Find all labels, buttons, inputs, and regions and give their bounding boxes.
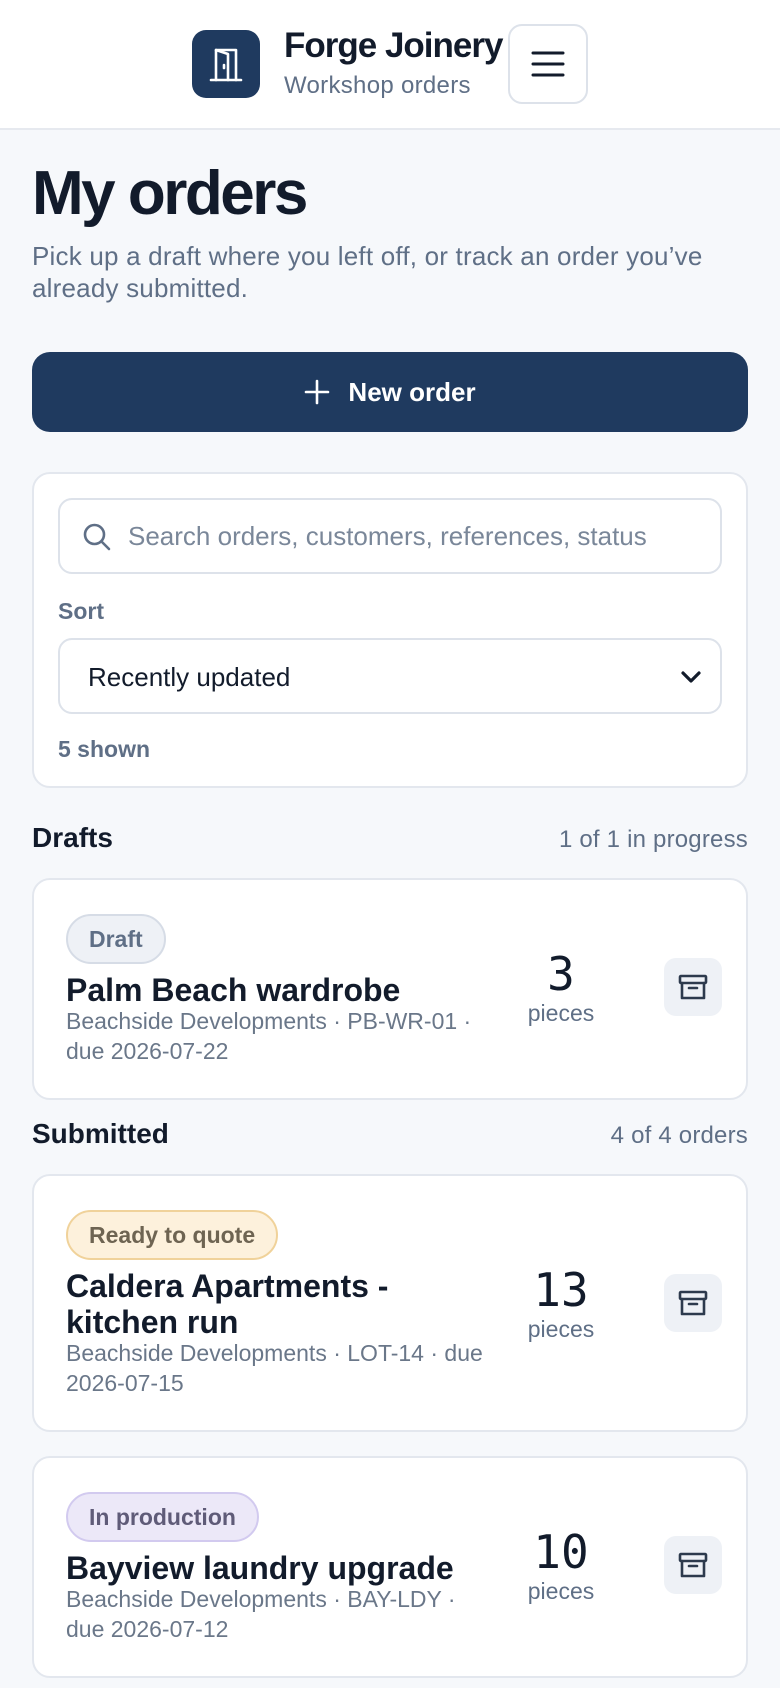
search-icon [83,523,111,551]
piece-count-label: pieces [527,1578,595,1604]
piece-count-label: pieces [527,1000,595,1026]
archive-icon [678,974,708,1000]
order-meta: Beachside Developments · PB-WR-01 · due … [66,1008,472,1064]
order-card[interactable]: Ready to quote Caldera Apartments - kitc… [32,1174,748,1432]
brand-subtitle: Workshop orders [284,72,471,99]
page-subtitle: Pick up a draft where you left off, or t… [32,241,703,303]
sort-label: Sort [58,598,104,624]
piece-count-value: 10 [533,1525,589,1579]
top-bar: Forge Joinery Workshop orders [0,0,780,130]
status-badge: In production [66,1492,259,1542]
order-card[interactable]: In production Bayview laundry upgrade Be… [32,1456,748,1678]
order-meta: Beachside Developments · BAY-LDY · due 2… [66,1586,456,1642]
order-title: Caldera Apartments - kitchen run [66,1268,389,1340]
archive-button[interactable] [664,1274,722,1332]
page-title: My orders [32,159,308,228]
menu-button[interactable] [508,24,588,104]
chevron-down-icon [681,671,701,683]
new-order-button[interactable]: New order [32,352,748,432]
hamburger-menu-icon [531,51,565,77]
drafts-count: 1 of 1 in progress [558,826,748,853]
piece-count: 3 pieces [506,948,616,1026]
plus-icon [305,379,330,405]
status-badge: Draft [66,914,166,964]
piece-count: 13 pieces [506,1264,616,1342]
search-box[interactable] [58,498,722,574]
piece-count-value: 3 [547,947,575,1001]
order-meta: Beachside Developments · LOT-14 · due 20… [66,1340,483,1396]
submitted-count: 4 of 4 orders [610,1122,748,1149]
sort-select[interactable]: Recently updated [58,638,722,714]
door-icon [192,30,260,98]
new-order-label: New order [348,376,476,407]
piece-count: 10 pieces [506,1526,616,1604]
submitted-heading: Submitted [32,1118,169,1149]
shown-count: 5 shown [58,736,151,762]
piece-count-label: pieces [527,1316,595,1342]
order-card[interactable]: Draft Palm Beach wardrobe Beachside Deve… [32,878,748,1100]
brand-name: Forge Joinery [284,26,503,65]
sort-selected-value: Recently updated [88,662,291,692]
archive-button[interactable] [664,958,722,1016]
order-title: Bayview laundry upgrade [66,1550,454,1586]
search-input[interactable] [128,512,718,560]
filter-panel: Sort Recently updated 5 shown [32,472,748,788]
status-badge: Ready to quote [66,1210,279,1260]
piece-count-value: 13 [533,1263,589,1317]
order-title: Palm Beach wardrobe [66,972,401,1008]
archive-icon [678,1290,708,1316]
archive-icon [678,1552,708,1578]
drafts-heading: Drafts [32,822,113,853]
archive-button[interactable] [664,1536,722,1594]
